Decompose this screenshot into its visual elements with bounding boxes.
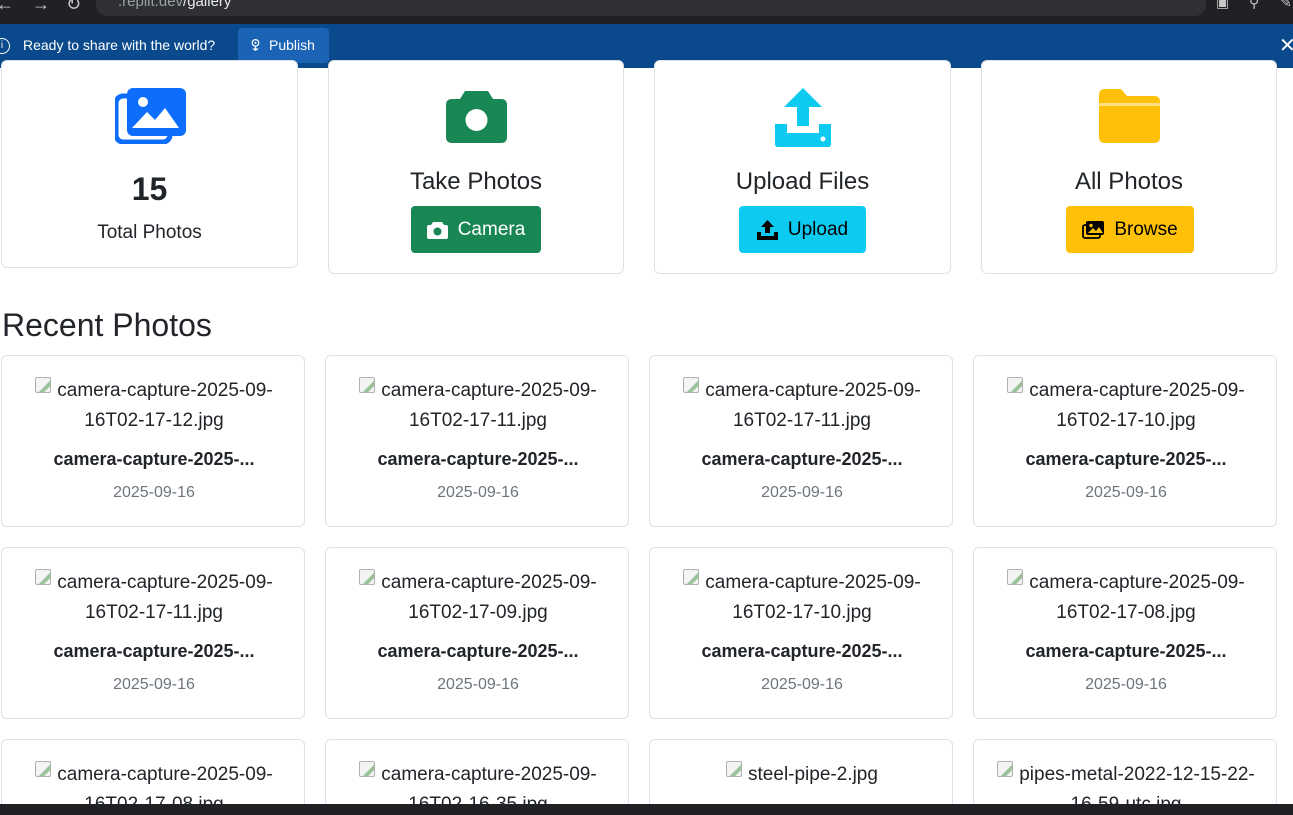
publish-button[interactable]: Publish xyxy=(238,28,329,63)
photo-date: 2025-09-16 xyxy=(1085,676,1167,693)
publish-label: Publish xyxy=(269,37,315,53)
photo-alt-text: camera-capture-2025-09-16T02-17-11.jpg xyxy=(381,380,597,431)
address-bar[interactable] xyxy=(96,0,1206,16)
photo-alt-text: steel-pipe-2.jpg xyxy=(748,764,878,785)
upload-small-icon xyxy=(756,219,778,240)
take-photos-title: Take Photos xyxy=(409,168,543,195)
photo-date: 2025-09-16 xyxy=(113,484,195,501)
photo-date: 2025-09-16 xyxy=(113,676,195,693)
photo-image[interactable]: camera-capture-2025-09-16T02-17-11.jpg xyxy=(336,376,620,436)
reload-icon[interactable]: ↻ xyxy=(66,0,81,14)
photo-card[interactable]: camera-capture-2025-09-16T02-17-11.jpg c… xyxy=(1,547,305,719)
camera-icon xyxy=(446,91,507,143)
photo-date: 2025-09-16 xyxy=(761,484,843,501)
photo-card[interactable]: camera-capture-2025-09-16T02-17-10.jpg c… xyxy=(973,355,1277,527)
photo-alt-text: camera-capture-2025-09-16T02-17-10.jpg xyxy=(705,572,921,623)
upload-icon xyxy=(775,88,831,147)
photo-alt-text: camera-capture-2025-09-16T02-17-11.jpg xyxy=(705,380,921,431)
upload-files-card: Upload Files Upload xyxy=(654,60,951,274)
broken-image-icon xyxy=(997,761,1014,777)
camera-button[interactable]: Camera xyxy=(411,206,541,253)
key-icon[interactable]: ⚲ xyxy=(1249,0,1259,11)
browse-button-label: Browse xyxy=(1114,218,1178,240)
total-photos-label: Total Photos xyxy=(97,222,202,243)
broken-image-icon xyxy=(683,377,700,393)
folder-icon xyxy=(1099,89,1160,143)
photo-card[interactable]: camera-capture-2025-09-16T02-17-08.jpg c… xyxy=(973,547,1277,719)
photo-image[interactable]: camera-capture-2025-09-16T02-17-11.jpg xyxy=(660,376,944,436)
photo-name: camera-capture-2025-... xyxy=(53,449,255,469)
close-icon[interactable]: ✕ xyxy=(1279,36,1293,56)
photo-name: camera-capture-2025-... xyxy=(1025,449,1227,469)
broken-image-icon xyxy=(359,569,376,585)
photo-image[interactable]: camera-capture-2025-09-16T02-17-09.jpg xyxy=(336,568,620,628)
photo-name: camera-capture-2025-... xyxy=(701,641,903,661)
forward-icon[interactable]: → xyxy=(32,0,50,14)
upload-button-label: Upload xyxy=(787,218,849,240)
photo-date: 2025-09-16 xyxy=(761,676,843,693)
photo-image[interactable]: camera-capture-2025-09-16T02-17-10.jpg xyxy=(984,376,1268,436)
broken-image-icon xyxy=(726,761,743,777)
broken-image-icon xyxy=(683,569,700,585)
photo-image[interactable]: camera-capture-2025-09-16T02-17-10.jpg xyxy=(660,568,944,628)
photo-name: camera-capture-2025-... xyxy=(377,641,579,661)
photo-image[interactable]: camera-capture-2025-09-16T02-17-11.jpg xyxy=(12,568,296,628)
photo-date: 2025-09-16 xyxy=(437,676,519,693)
upload-button[interactable]: Upload xyxy=(739,206,866,253)
photo-alt-text: camera-capture-2025-09-16T02-17-09.jpg xyxy=(381,572,597,623)
photo-card[interactable]: camera-capture-2025-09-16T02-17-09.jpg c… xyxy=(325,547,629,719)
photo-date: 2025-09-16 xyxy=(1085,484,1167,501)
total-photos-card: 15 Total Photos xyxy=(1,60,298,268)
photo-card[interactable]: camera-capture-2025-09-16T02-17-11.jpg c… xyxy=(325,355,629,527)
broken-image-icon xyxy=(35,761,52,777)
all-photos-title: All Photos xyxy=(1074,168,1184,195)
camera-small-icon xyxy=(426,221,448,239)
images-icon xyxy=(115,88,186,144)
photo-name: camera-capture-2025-... xyxy=(377,449,579,469)
recent-photos-title: Recent Photos xyxy=(2,307,212,343)
photo-card[interactable]: camera-capture-2025-09-16T02-17-10.jpg c… xyxy=(649,547,953,719)
photo-name: camera-capture-2025-... xyxy=(53,641,255,661)
photo-alt-text: camera-capture-2025-09-16T02-17-11.jpg xyxy=(57,572,273,623)
broken-image-icon xyxy=(1007,569,1024,585)
broken-image-icon xyxy=(35,569,52,585)
photo-alt-text: camera-capture-2025-09-16T02-17-10.jpg xyxy=(1029,380,1245,431)
address-text[interactable]: .replit.dev/gallery xyxy=(118,0,231,10)
photo-date: 2025-09-16 xyxy=(437,484,519,501)
photo-alt-text: camera-capture-2025-09-16T02-17-12.jpg xyxy=(57,380,273,431)
broken-image-icon xyxy=(1007,377,1024,393)
browse-button[interactable]: Browse xyxy=(1066,206,1194,253)
publish-icon xyxy=(251,38,260,51)
broken-image-icon xyxy=(35,377,52,393)
broken-image-icon xyxy=(359,377,376,393)
photo-image[interactable]: camera-capture-2025-09-16T02-17-08.jpg xyxy=(984,568,1268,628)
photo-image[interactable]: camera-capture-2025-09-16T02-17-12.jpg xyxy=(12,376,296,436)
screen-share-icon[interactable]: ▣ xyxy=(1216,0,1229,11)
back-icon[interactable]: ← xyxy=(0,0,14,14)
all-photos-card: All Photos Browse xyxy=(981,60,1277,274)
camera-button-label: Camera xyxy=(457,218,526,240)
photo-card[interactable]: camera-capture-2025-09-16T02-17-12.jpg c… xyxy=(1,355,305,527)
edit-icon[interactable]: ✎ xyxy=(1280,0,1292,11)
banner-message: Ready to share with the world? xyxy=(23,37,216,53)
images-small-icon xyxy=(1082,220,1105,239)
photo-alt-text: camera-capture-2025-09-16T02-17-08.jpg xyxy=(1029,572,1245,623)
broken-image-icon xyxy=(359,761,376,777)
photo-name: camera-capture-2025-... xyxy=(1025,641,1227,661)
photo-name: camera-capture-2025-... xyxy=(701,449,903,469)
upload-files-title: Upload Files xyxy=(735,168,870,195)
total-photos-count: 15 xyxy=(131,171,168,207)
photo-card[interactable]: camera-capture-2025-09-16T02-17-11.jpg c… xyxy=(649,355,953,527)
info-icon: i xyxy=(0,38,10,54)
take-photos-card: Take Photos Camera xyxy=(328,60,624,274)
browser-toolbar: ← → ↻ .replit.dev/gallery ▣ ⚲ ✎ xyxy=(0,0,1293,24)
photo-image[interactable]: steel-pipe-2.jpg xyxy=(660,760,944,790)
taskbar-strip xyxy=(0,804,1293,815)
